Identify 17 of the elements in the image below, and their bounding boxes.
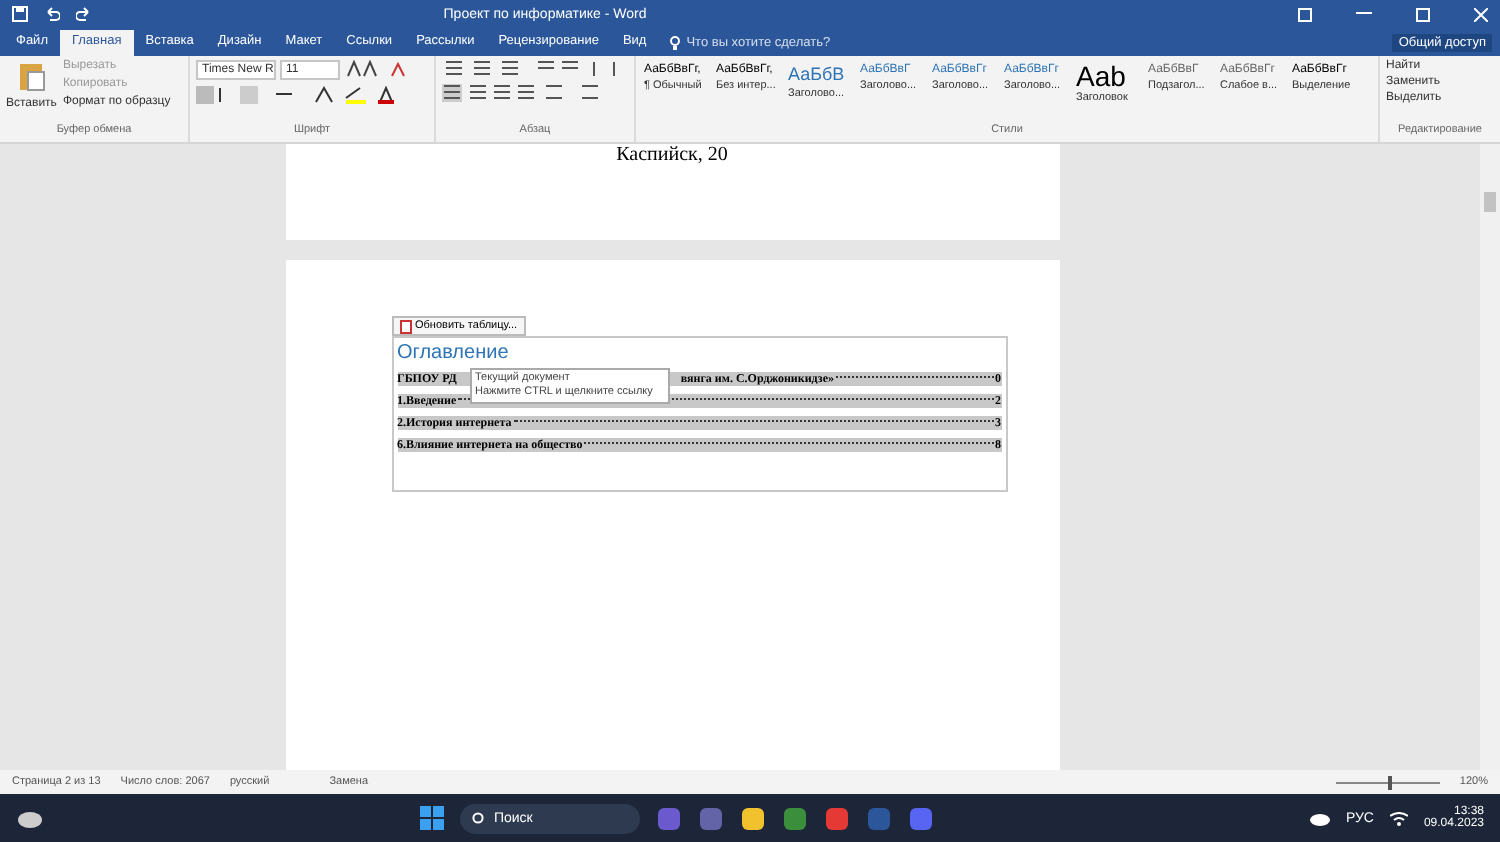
toc-heading: Оглавление [397, 342, 511, 364]
save-icon[interactable] [12, 6, 28, 22]
start-icon[interactable] [419, 806, 444, 830]
document-icon [399, 319, 411, 333]
search-icon [471, 811, 486, 825]
scrollbar-thumb[interactable] [1484, 192, 1496, 212]
lightbulb-icon [670, 36, 681, 50]
redo-icon[interactable] [76, 6, 92, 22]
maximize-icon[interactable] [1416, 7, 1431, 21]
minimize-icon[interactable] [1356, 12, 1373, 16]
style-preview: Aab [1076, 64, 1126, 88]
style-preview: АаБбВ [788, 64, 845, 84]
close-icon[interactable] [1474, 7, 1489, 21]
page-text: Каспийск, 20 [616, 144, 728, 170]
wifi-icon[interactable] [1389, 811, 1408, 825]
undo-icon[interactable] [44, 6, 60, 22]
paste-icon[interactable] [17, 60, 46, 92]
